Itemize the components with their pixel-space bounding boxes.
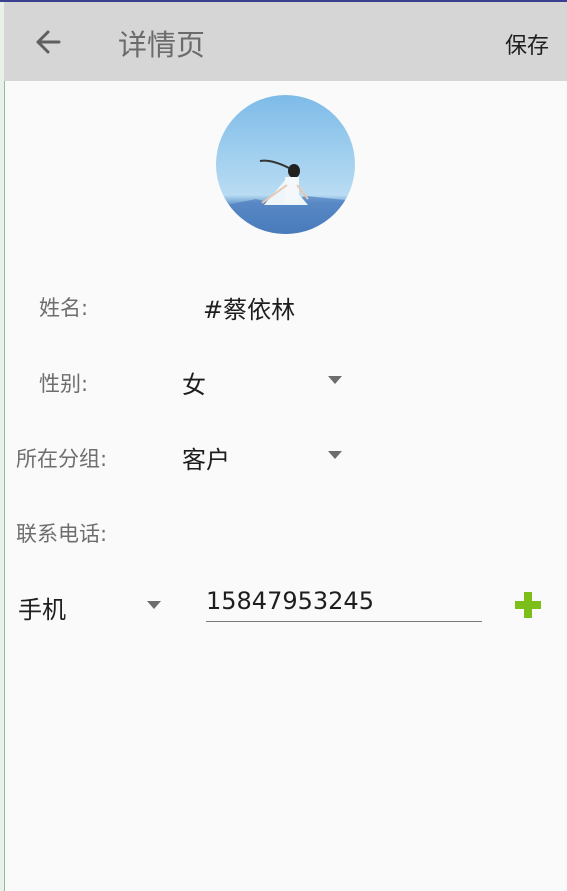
gender-value: 女 (182, 371, 206, 399)
phone-number-input[interactable]: 15847953245 (206, 585, 482, 622)
avatar-photo (216, 95, 355, 234)
plus-icon (515, 592, 541, 618)
arrow-left-icon (36, 30, 61, 54)
app-bar: 详情页 保存 (4, 2, 567, 81)
gender-label: 性别: (39, 372, 89, 396)
caret-down-icon (147, 601, 161, 609)
caret-down-icon (328, 376, 342, 384)
name-label: 姓名: (39, 296, 89, 320)
phone-type-dropdown[interactable]: 手机 (16, 585, 171, 625)
gender-dropdown[interactable]: 女 (175, 360, 355, 400)
phone-section-label: 联系电话: (16, 522, 108, 546)
back-button[interactable] (30, 24, 66, 60)
save-button[interactable]: 保存 (505, 28, 549, 60)
group-dropdown[interactable]: 客户 (175, 436, 355, 476)
phone-type-value: 手机 (18, 596, 66, 624)
add-phone-button[interactable] (512, 589, 544, 621)
group-label: 所在分组: (16, 447, 108, 471)
caret-down-icon (328, 451, 342, 459)
page-title: 详情页 (118, 28, 206, 62)
left-edge-strip (0, 0, 5, 891)
avatar[interactable] (216, 95, 355, 234)
name-value: #蔡依林 (203, 296, 296, 324)
group-value: 客户 (182, 446, 230, 474)
